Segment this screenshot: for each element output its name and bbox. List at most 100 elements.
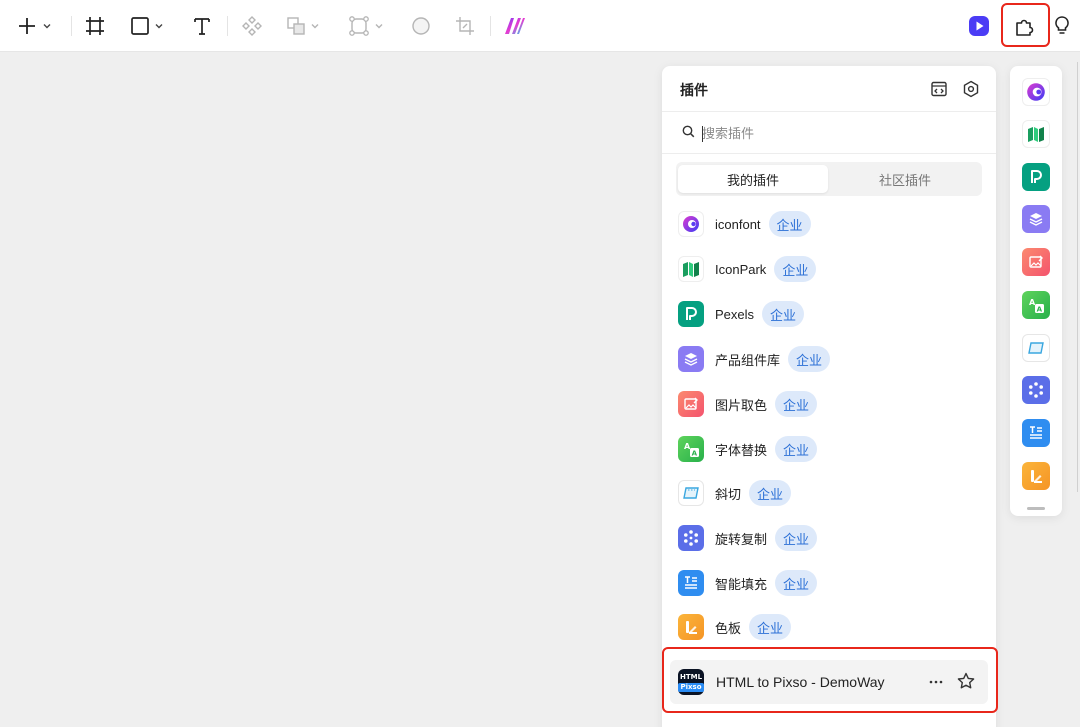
text-icon [192,16,212,36]
panel-title: 插件 [680,82,708,98]
tips-button[interactable] [1052,12,1072,40]
develop-plugin-icon[interactable] [930,80,948,98]
enterprise-badge: 企业 [762,301,805,327]
tab-my-plugins[interactable]: 我的插件 [678,165,828,193]
palette-icon[interactable] [1022,462,1050,490]
plugin-name: iconfont [715,216,761,232]
plugin-button-highlight [1001,3,1050,47]
svg-text:A: A [692,450,698,458]
ellipse-icon [411,16,431,36]
frame-icon [85,16,105,36]
iconfont-icon [678,211,704,237]
ai-logo-icon [504,16,526,36]
svg-text:A: A [1029,298,1036,307]
plugin-tabs: 我的插件 社区插件 [676,162,982,196]
lightbulb-icon [1052,15,1072,37]
svg-text:A: A [684,442,691,451]
component-tool[interactable] [241,12,263,40]
tab-community-plugins[interactable]: 社区插件 [830,165,980,193]
enterprise-badge: 企业 [774,256,817,282]
toolbar-divider [227,16,228,36]
enterprise-badge: 企业 [749,480,792,506]
ellipse-tool[interactable] [411,12,431,40]
enterprise-badge: 企业 [775,391,818,417]
image-picker-icon [678,391,704,417]
text-tool[interactable] [192,12,212,40]
enterprise-badge: 企业 [775,436,818,462]
boolean-icon [286,16,306,36]
rectangle-tool[interactable] [130,12,164,40]
rotate-copy-icon [678,525,704,551]
plugin-name: 图片取色 [715,397,768,413]
plugin-panel: 插件 我的插件 社区插件 iconfont 企业 IconPark 企业 Pex… [662,66,996,727]
plugin-item-smart-fill[interactable]: 智能填充 企业 [678,565,978,601]
enterprise-badge: 企业 [775,570,818,596]
enterprise-badge: 企业 [788,346,831,372]
featured-plugin-highlight [662,647,998,713]
plugin-dock: AA [1010,66,1062,516]
enterprise-badge: 企业 [768,211,811,237]
chevron-down-icon [42,21,52,31]
smart-fill-icon[interactable] [1022,419,1050,447]
search-bar [662,112,996,154]
add-tool[interactable] [16,12,52,40]
text-cursor [702,126,703,142]
toolbar-divider [490,16,491,36]
search-icon [682,125,695,143]
font-replace-icon[interactable]: AA [1022,291,1050,319]
skew-icon [678,480,704,506]
play-button[interactable] [968,12,990,40]
frame-tool[interactable] [85,12,105,40]
plugin-item-skew[interactable]: 斜切 企业 [678,475,978,511]
iconpark-icon[interactable] [1022,120,1050,148]
layers-icon[interactable] [1022,205,1050,233]
crop-tool[interactable] [455,12,475,40]
font-replace-icon: AA [678,436,704,462]
iconpark-icon [678,256,704,282]
plugin-item-rotate-copy[interactable]: 旋转复制 企业 [678,520,978,556]
chevron-down-icon [154,21,164,31]
plugin-item-pexels[interactable]: Pexels 企业 [678,296,978,332]
crop-icon [455,16,475,36]
boolean-tool[interactable] [286,12,320,40]
image-picker-icon[interactable] [1022,248,1050,276]
play-icon [968,15,990,37]
enterprise-badge: 企业 [749,614,792,640]
plugin-item-font-replace[interactable]: AA 字体替换 企业 [678,431,978,467]
plugin-item-palette[interactable]: 色板 企业 [678,609,978,645]
plugin-item-iconfont[interactable]: iconfont 企业 [678,206,978,242]
smart-fill-icon [678,570,704,596]
rotate-copy-icon[interactable] [1022,376,1050,404]
vector-network-icon [348,15,370,37]
plugin-item-image-color[interactable]: 图片取色 企业 [678,386,978,422]
panel-header: 插件 [662,66,996,112]
settings-icon[interactable] [962,80,980,98]
iconfont-icon[interactable] [1022,78,1050,106]
top-toolbar [0,0,1080,52]
chevron-down-icon [374,21,384,31]
plugin-item-component-library[interactable]: 产品组件库 企业 [678,341,978,377]
palette-icon [678,614,704,640]
window-edge [1077,62,1078,492]
plugin-name: Pexels [715,306,755,322]
plugin-name: 产品组件库 [715,352,781,368]
plugin-name: 字体替换 [715,442,768,458]
enterprise-badge: 企业 [775,525,818,551]
pexels-icon[interactable] [1022,163,1050,191]
rectangle-icon [130,16,150,36]
skew-icon[interactable] [1022,334,1050,362]
plugin-name: 旋转复制 [715,531,768,547]
dock-resize-handle[interactable] [1027,507,1045,510]
toolbar-divider [71,16,72,36]
component-icon [241,15,263,37]
chevron-down-icon [310,21,320,31]
plugin-name: IconPark [715,261,767,277]
layers-icon [678,346,704,372]
ai-tool[interactable] [504,12,526,40]
pexels-icon [678,301,704,327]
search-input[interactable] [702,121,962,145]
vector-network-tool[interactable] [348,12,384,40]
plugin-item-iconpark[interactable]: IconPark 企业 [678,251,978,287]
svg-text:A: A [1037,306,1043,314]
plugin-name: 斜切 [715,486,742,502]
